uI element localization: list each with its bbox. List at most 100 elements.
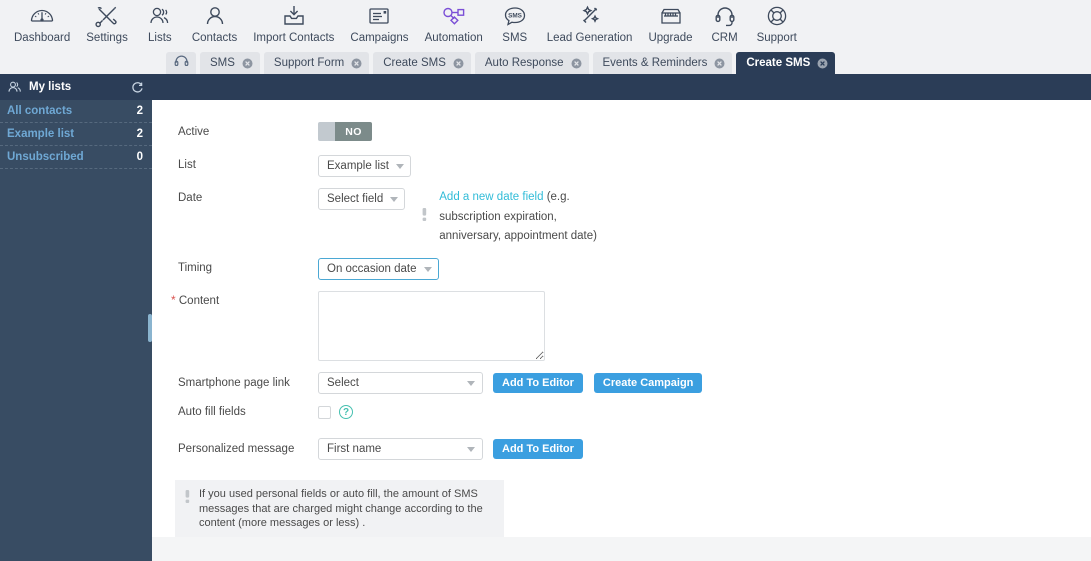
dark-band bbox=[0, 74, 1091, 100]
nav-item-support[interactable]: Support bbox=[749, 0, 805, 45]
auto-fill-checkbox[interactable] bbox=[318, 405, 331, 419]
sidebar-header: My lists bbox=[0, 74, 152, 100]
tools-icon bbox=[94, 2, 120, 30]
info-exclamation-icon bbox=[419, 206, 430, 223]
nav-label: SMS bbox=[502, 32, 528, 44]
sidebar: My lists All contacts 2 Example list 2 U… bbox=[0, 74, 152, 561]
storefront-icon bbox=[658, 2, 684, 30]
personalized-message-select[interactable]: First name bbox=[318, 438, 483, 460]
close-circle-icon[interactable] bbox=[817, 58, 828, 69]
date-hint-line3: anniversary, appointment date) bbox=[439, 230, 597, 242]
date-hint-line2: subscription expiration, bbox=[439, 210, 557, 223]
nav-label: Support bbox=[756, 32, 797, 44]
nav-item-dashboard[interactable]: Dashboard bbox=[6, 0, 78, 45]
info-exclamation-icon bbox=[184, 487, 191, 505]
people-group-icon bbox=[147, 2, 173, 30]
date-field-select[interactable]: Select field bbox=[318, 188, 406, 210]
content-textarea[interactable] bbox=[318, 291, 545, 361]
app-root: Dashboard Settings Lists Contacts Import… bbox=[0, 0, 1091, 561]
charge-notice-text: If you used personal fields or auto fill… bbox=[199, 488, 483, 529]
close-circle-icon[interactable] bbox=[242, 58, 253, 69]
tab-label: Support Form bbox=[273, 57, 345, 69]
field-label-personalized-message: Personalized message bbox=[178, 443, 295, 455]
date-hint-block: Add a new date field (e.g. subscription … bbox=[419, 188, 597, 247]
list-item-label: Unsubscribed bbox=[7, 151, 84, 163]
help-glyph: ? bbox=[342, 406, 350, 418]
nav-item-automation[interactable]: Automation bbox=[417, 0, 491, 45]
required-marker: * bbox=[171, 293, 176, 307]
active-toggle[interactable]: NO bbox=[318, 122, 372, 141]
chevron-down-icon bbox=[467, 446, 475, 452]
list-item-count: 2 bbox=[136, 105, 143, 117]
list-select[interactable]: Example list bbox=[318, 155, 411, 177]
nav-item-lead-generation[interactable]: Lead Generation bbox=[539, 0, 641, 45]
question-circle-icon[interactable]: ? bbox=[339, 405, 353, 419]
close-circle-icon[interactable] bbox=[453, 58, 464, 69]
close-circle-icon[interactable] bbox=[714, 58, 725, 69]
sms-bubble-icon: SMS bbox=[502, 2, 528, 30]
list-item-label: All contacts bbox=[7, 105, 73, 117]
gauge-icon bbox=[29, 2, 55, 30]
nav-item-settings[interactable]: Settings bbox=[78, 0, 136, 45]
close-circle-icon[interactable] bbox=[351, 58, 362, 69]
nav-item-import-contacts[interactable]: Import Contacts bbox=[245, 0, 342, 45]
field-label-smartphone-page-link: Smartphone page link bbox=[178, 377, 290, 389]
list-item-count: 0 bbox=[136, 151, 143, 163]
field-label-date: Date bbox=[178, 192, 203, 204]
sidebar-item-all-contacts[interactable]: All contacts 2 bbox=[0, 100, 152, 123]
chevron-down-icon bbox=[396, 163, 404, 169]
smartphone-page-link-select[interactable]: Select bbox=[318, 372, 483, 394]
svg-text:SMS: SMS bbox=[508, 13, 523, 20]
tab-create-sms-1[interactable]: Create SMS bbox=[373, 52, 471, 74]
field-row-smartphone-page-link: Smartphone page link Select Add To Edito… bbox=[178, 372, 703, 394]
close-circle-icon[interactable] bbox=[571, 58, 582, 69]
tab-strip: SMS Support Form Create SMS Auto Respons… bbox=[0, 50, 1091, 74]
headphones-icon bbox=[174, 54, 189, 72]
tab-create-sms-active[interactable]: Create SMS bbox=[736, 52, 836, 74]
tab-auto-response[interactable]: Auto Response bbox=[474, 52, 589, 74]
chevron-down-icon bbox=[423, 266, 432, 272]
field-label-active: Active bbox=[178, 126, 210, 138]
sidebar-item-example-list[interactable]: Example list 2 bbox=[0, 123, 152, 146]
person-icon bbox=[202, 2, 228, 30]
field-row-timing: Timing On occasion date bbox=[178, 258, 439, 280]
nav-item-upgrade[interactable]: Upgrade bbox=[640, 0, 700, 45]
add-to-editor-button-personalized[interactable]: Add To Editor bbox=[493, 439, 583, 459]
nav-label: CRM bbox=[711, 32, 738, 44]
field-row-content: * Content bbox=[171, 291, 545, 361]
add-to-editor-button-link[interactable]: Add To Editor bbox=[493, 373, 583, 393]
list-item-label: Example list bbox=[7, 128, 75, 140]
sidebar-item-unsubscribed[interactable]: Unsubscribed 0 bbox=[0, 146, 152, 169]
list-select-value: Example list bbox=[327, 160, 389, 172]
people-group-icon bbox=[7, 80, 23, 94]
toggle-knob bbox=[318, 122, 335, 141]
smartphone-page-link-value: Select bbox=[327, 377, 359, 389]
field-label-timing: Timing bbox=[178, 262, 213, 274]
nav-item-crm[interactable]: CRM bbox=[701, 0, 749, 45]
refresh-icon[interactable] bbox=[131, 81, 144, 94]
nav-item-campaigns[interactable]: Campaigns bbox=[342, 0, 416, 45]
create-campaign-button[interactable]: Create Campaign bbox=[593, 373, 703, 393]
nav-label: Import Contacts bbox=[253, 32, 335, 44]
envelope-card-icon bbox=[366, 2, 392, 30]
nav-label: Lead Generation bbox=[546, 32, 633, 44]
list-item-count: 2 bbox=[136, 128, 143, 140]
nav-item-sms[interactable]: SMS SMS bbox=[491, 0, 539, 45]
timing-select-value: On occasion date bbox=[327, 263, 417, 275]
tab-label: Create SMS bbox=[746, 57, 811, 69]
tab-events-reminders[interactable]: Events & Reminders bbox=[592, 52, 733, 74]
tab-sms[interactable]: SMS bbox=[200, 52, 260, 74]
field-row-list: List Example list bbox=[178, 155, 411, 177]
field-label-list: List bbox=[178, 159, 196, 171]
tab-label: SMS bbox=[210, 57, 235, 69]
nav-item-lists[interactable]: Lists bbox=[136, 0, 184, 45]
nav-item-contacts[interactable]: Contacts bbox=[184, 0, 245, 45]
field-label-content: * Content bbox=[171, 291, 318, 308]
tab-headphones[interactable] bbox=[166, 52, 196, 74]
tab-support-form[interactable]: Support Form bbox=[263, 52, 370, 74]
timing-select[interactable]: On occasion date bbox=[318, 258, 439, 280]
nav-label: Campaigns bbox=[350, 32, 409, 44]
magic-wand-icon bbox=[577, 2, 603, 30]
add-new-date-field-link[interactable]: Add a new date field bbox=[439, 191, 543, 203]
nav-label: Automation bbox=[424, 32, 483, 44]
